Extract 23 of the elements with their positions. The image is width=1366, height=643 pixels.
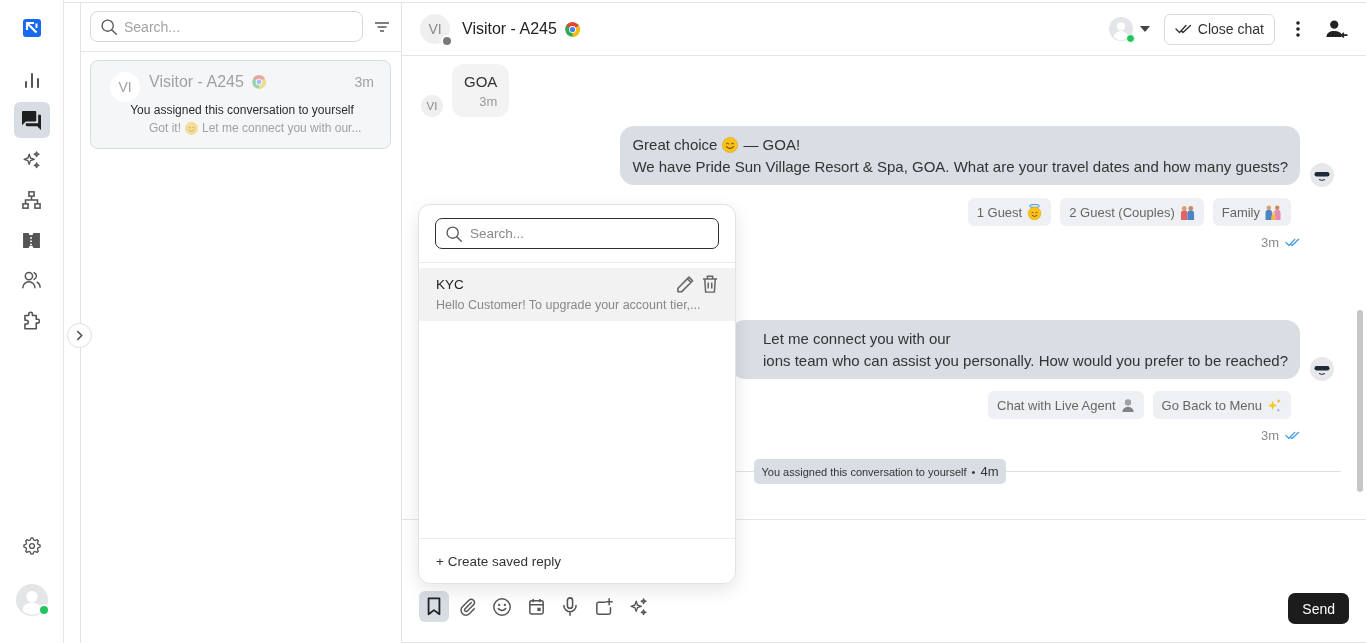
contact-name: Visitor - A245	[149, 72, 244, 92]
message-text: Let me connect you with our	[763, 328, 951, 349]
system-note-text: You assigned this conversation to yourself	[761, 465, 967, 478]
contact-name: Visitor - A245	[462, 20, 557, 38]
avatar: VI	[420, 14, 450, 44]
message-preview: Got it!	[149, 120, 181, 136]
message-text: We have Pride Sun Village Resort & Spa, GOA. What are your travel dates and how many guests?	[632, 156, 1288, 177]
message-time: 3m	[479, 93, 498, 111]
message-time: 3m	[1260, 427, 1279, 443]
assignment-note: You assigned this conversation to yourself	[130, 102, 354, 118]
message-preview: Let me connect you with our...	[202, 120, 362, 136]
message-time: 3m	[1260, 234, 1279, 250]
avatar: VI	[421, 95, 443, 117]
message-text: GOA	[464, 72, 498, 92]
separator: •	[971, 465, 976, 478]
saved-reply-preview: Hello Customer! To upgrade your account tier,...	[436, 297, 702, 314]
message-text: Great choice	[632, 134, 718, 155]
saved-reply-title: KYC	[436, 276, 464, 292]
message-text: — GOA!	[743, 134, 801, 155]
message-text: ions team who can assist you personally. How would you prefer to be reached?	[763, 350, 1288, 371]
avatar: VI	[110, 72, 140, 102]
timestamp: 3m	[354, 73, 374, 92]
note-time: 4m	[980, 464, 999, 479]
